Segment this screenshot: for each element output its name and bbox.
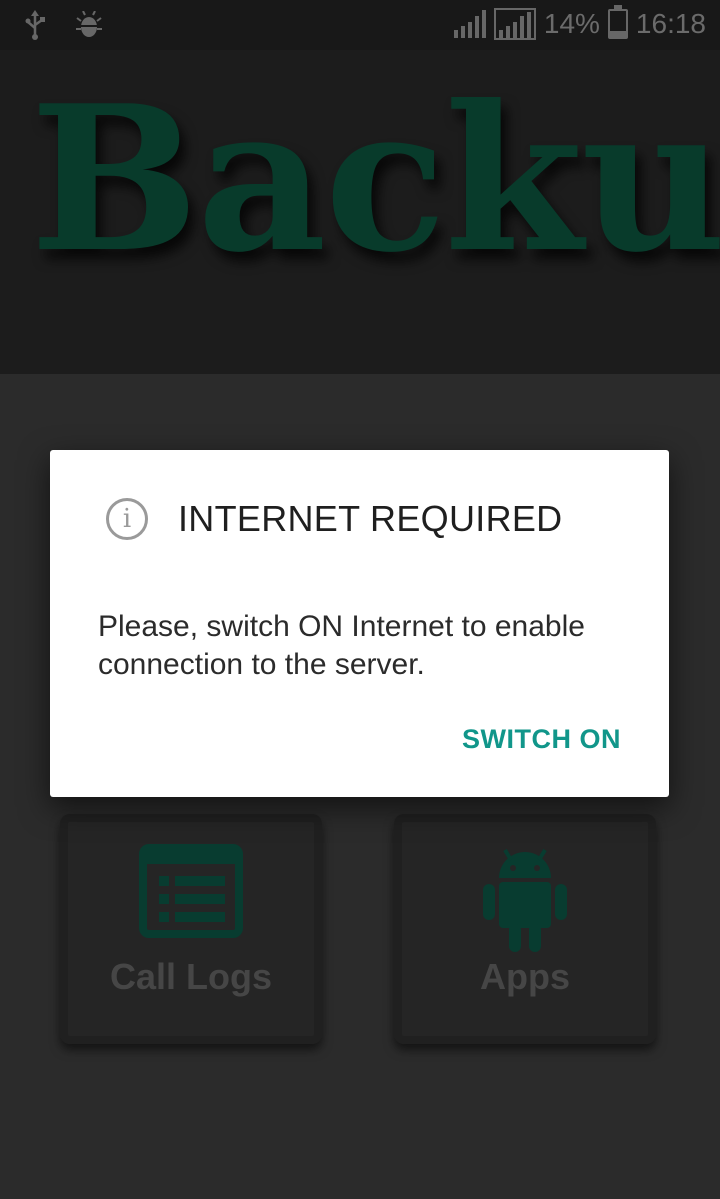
internet-required-dialog: i INTERNET REQUIRED Please, switch ON In… — [50, 450, 669, 797]
dialog-message: Please, switch ON Internet to enable con… — [98, 610, 585, 681]
dialog-title: INTERNET REQUIRED — [178, 498, 563, 539]
dialog-title-row: i INTERNET REQUIRED — [106, 498, 562, 540]
info-icon: i — [106, 498, 148, 540]
switch-on-button[interactable]: SWITCH ON — [462, 724, 621, 755]
